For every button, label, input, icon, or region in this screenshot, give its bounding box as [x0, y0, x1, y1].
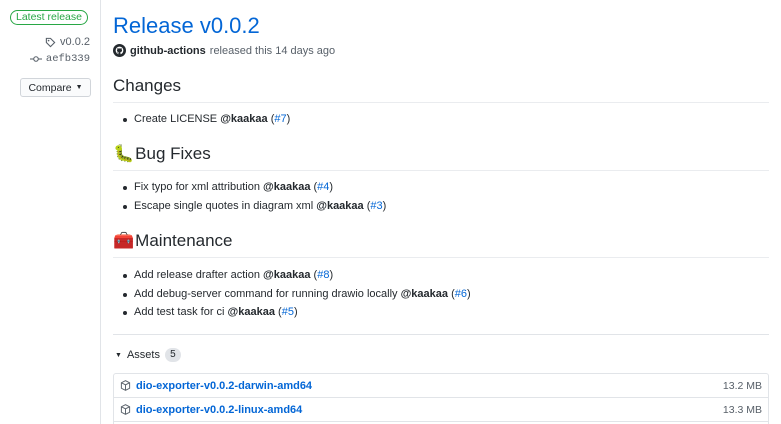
github-mark-icon — [115, 46, 124, 55]
latest-release-badge: Latest release — [10, 10, 88, 25]
changes-heading: Changes — [113, 76, 181, 96]
tag-label: v0.0.2 — [60, 36, 90, 48]
divider — [113, 170, 769, 171]
list-item: Create LICENSE @kaakaa (#7) — [122, 110, 290, 129]
commit-sha: aefb339 — [45, 53, 90, 65]
release-byline: github-actions released this 14 days ago — [113, 44, 335, 57]
tag-link[interactable]: v0.0.2 — [45, 36, 90, 48]
assets-toggle[interactable]: ▼ Assets 5 — [115, 348, 181, 362]
item-text: Escape single quotes in diagram xml — [134, 199, 317, 212]
list-item: Add release drafter action @kaakaa (#8) — [123, 266, 471, 285]
package-icon — [120, 404, 131, 415]
user-mention[interactable]: @kaakaa — [220, 113, 267, 125]
compare-button[interactable]: Compare ▼ — [20, 78, 91, 97]
pr-link[interactable]: #3 — [370, 200, 382, 212]
item-text: Add release drafter action — [134, 269, 264, 281]
user-mention[interactable]: @kaakaa — [401, 288, 448, 300]
release-sidebar: Latest release v0.0.2 aefb339 Compare ▼ — [0, 0, 101, 424]
list-item: Escape single quotes in diagram xml @kaa… — [122, 197, 386, 216]
user-mention[interactable]: @kaakaa — [263, 181, 310, 193]
asset-row: dio-exporter-v0.0.2-linux-amd64 13.3 MB — [114, 398, 768, 422]
asset-download-link[interactable]: dio-exporter-v0.0.2-darwin-amd64 — [136, 380, 723, 392]
item-text: Create LICENSE — [134, 113, 221, 125]
release-title[interactable]: Release v0.0.2 — [113, 13, 260, 39]
maintenance-title: Maintenance — [135, 231, 233, 250]
user-mention[interactable]: @kaakaa — [228, 306, 275, 318]
release-date-text: released this 14 days ago — [209, 44, 336, 57]
package-icon — [120, 380, 131, 391]
toolbox-icon: 🧰 — [113, 231, 135, 250]
bug-fixes-heading: 🐛 Bug Fixes — [113, 144, 211, 164]
commit-link[interactable]: aefb339 — [29, 53, 90, 65]
pr-link[interactable]: #6 — [455, 288, 467, 300]
asset-row: dio-exporter-v0.0.2-darwin-amd64 13.2 MB — [114, 374, 768, 398]
asset-size: 13.3 MB — [722, 403, 762, 416]
triangle-down-icon: ▼ — [115, 351, 122, 359]
chevron-down-icon: ▼ — [75, 84, 83, 91]
release-body: Release v0.0.2 github-actions released t… — [113, 0, 781, 424]
user-mention[interactable]: @kaakaa — [316, 200, 363, 212]
release-author[interactable]: github-actions — [130, 45, 206, 57]
list-item: Add debug-server command for running dra… — [123, 285, 471, 304]
asset-size: 13.2 MB — [722, 379, 762, 392]
pr-link[interactable]: #7 — [274, 113, 286, 125]
divider — [113, 334, 769, 335]
user-mention[interactable]: @kaakaa — [263, 269, 310, 281]
assets-count-badge: 5 — [164, 348, 181, 362]
tag-icon — [45, 37, 56, 47]
assets-list: dio-exporter-v0.0.2-darwin-amd64 13.2 MB… — [113, 373, 769, 424]
changes-list: Create LICENSE @kaakaa (#7) — [122, 110, 290, 129]
assets-label: Assets — [126, 349, 160, 361]
asset-download-link[interactable]: dio-exporter-v0.0.2-linux-amd64 — [136, 404, 723, 416]
divider — [113, 257, 769, 258]
maintenance-heading: 🧰 Maintenance — [113, 231, 233, 251]
github-actions-avatar[interactable] — [113, 44, 126, 57]
pr-link[interactable]: #5 — [282, 306, 294, 318]
compare-label: Compare — [28, 81, 72, 94]
bug-fixes-title: Bug Fixes — [135, 144, 211, 163]
bug-icon: 🐛 — [113, 144, 135, 163]
list-item: Fix typo for xml attribution @kaakaa (#4… — [122, 178, 386, 197]
item-text: Add test task for ci — [134, 306, 228, 318]
item-text: Add debug-server command for running dra… — [134, 287, 401, 300]
divider — [113, 102, 769, 103]
pr-link[interactable]: #4 — [317, 181, 329, 193]
bug-fixes-list: Fix typo for xml attribution @kaakaa (#4… — [122, 178, 386, 216]
list-item: Add test task for ci @kaakaa (#5) — [123, 303, 471, 322]
maintenance-list: Add release drafter action @kaakaa (#8) … — [123, 266, 471, 322]
commit-icon — [29, 56, 42, 62]
item-text: Fix typo for xml attribution — [134, 181, 263, 193]
pr-link[interactable]: #8 — [317, 269, 329, 281]
changes-title: Changes — [113, 76, 182, 95]
